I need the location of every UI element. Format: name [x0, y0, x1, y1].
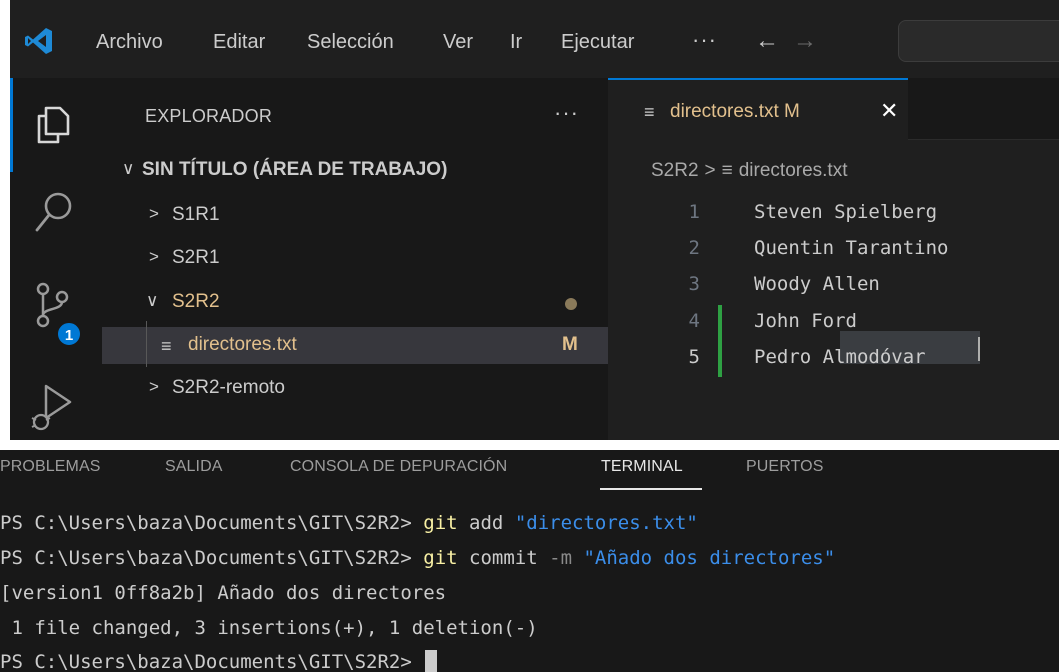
line-number: 3 [688, 273, 700, 295]
line-text: Steven Spielberg [754, 201, 938, 223]
tab-directores[interactable]: ≡ directores.txt M ✕ [608, 78, 908, 140]
code-line-1[interactable]: 1 Steven Spielberg [608, 195, 1059, 232]
chevron-right-icon: > [149, 247, 159, 266]
explorer-title: EXPLORADOR [145, 106, 273, 126]
search-icon[interactable] [32, 188, 76, 236]
file-label: directores.txt [188, 334, 297, 355]
editor-area: ≡ directores.txt M ✕ S2R2 > ≡ directores.tx… [608, 78, 1059, 440]
line-number: 1 [688, 201, 700, 223]
breadcrumb: S2R2 > ≡ directores.txt [651, 160, 854, 182]
indent-guide [146, 321, 147, 367]
line-text: Quentin Tarantino [754, 237, 949, 259]
tree-folder-s2r2-remoto[interactable]: > S2R2-remoto [102, 370, 608, 407]
code-line-5[interactable]: 5 Pedro Almodóvar [608, 340, 1059, 377]
tree-folder-s2r1[interactable]: > S2R1 [102, 240, 608, 277]
code-line-4[interactable]: 4 John Ford [608, 304, 1059, 341]
bottom-panel: PROBLEMAS SALIDA CONSOLA DE DEPURACIÓN T… [0, 450, 1059, 672]
activity-bar: 1 [10, 78, 102, 440]
text-file-icon: ≡ [644, 102, 655, 122]
explorer-more-button[interactable]: ··· [554, 100, 579, 126]
menu-archivo[interactable]: Archivo [96, 31, 163, 54]
vscode-window: Archivo Editar Selección Ver Ir Ejecutar… [10, 0, 1059, 440]
active-view-indicator [10, 78, 13, 172]
chevron-down-icon: ∨ [146, 291, 159, 310]
tree-file-directores[interactable]: ≡ directores.txt M [102, 327, 608, 364]
tab-terminal[interactable]: TERMINAL [601, 458, 683, 476]
code-line-3[interactable]: 3 Woody Allen [608, 267, 1059, 304]
menu-ir[interactable]: Ir [510, 31, 522, 54]
close-icon[interactable]: ✕ [880, 98, 898, 124]
explorer-files-icon[interactable] [34, 104, 74, 146]
workspace-label: SIN TÍTULO (ÁREA DE TRABAJO) [142, 159, 448, 180]
terminal-line-2: PS C:\Users\baza\Documents\GIT\S2R2> git… [0, 547, 836, 569]
code-line-2[interactable]: 2 Quentin Tarantino [608, 231, 1059, 268]
folder-label: S2R1 [172, 247, 220, 268]
terminal-line-4: 1 file changed, 3 insertions(+), 1 delet… [0, 617, 538, 639]
vscode-logo-icon [25, 28, 52, 54]
terminal-line-5[interactable]: PS C:\Users\baza\Documents\GIT\S2R2> [0, 650, 438, 672]
text-cursor [978, 337, 980, 361]
forward-arrow-icon[interactable]: → [793, 27, 817, 55]
menu-more-button[interactable]: ··· [692, 27, 717, 53]
tab-puertos[interactable]: PUERTOS [746, 458, 823, 476]
text-file-icon: ≡ [161, 336, 172, 356]
line-text: John Ford [754, 310, 857, 332]
folder-label: S2R2 [172, 291, 220, 312]
tab-salida[interactable]: SALIDA [165, 458, 223, 476]
line-number: 2 [688, 237, 700, 259]
breadcrumb-file[interactable]: directores.txt [739, 160, 848, 181]
tree-folder-s2r2[interactable]: ∨ S2R2 [102, 284, 608, 321]
chevron-right-icon: > [149, 204, 159, 223]
title-bar: Archivo Editar Selección Ver Ir Ejecutar… [10, 0, 1059, 78]
source-control-badge: 1 [56, 321, 82, 347]
back-arrow-icon[interactable]: ← [755, 27, 779, 55]
workspace-root[interactable]: ∨ SIN TÍTULO (ÁREA DE TRABAJO) [102, 152, 608, 189]
modified-status-badge: M [562, 334, 578, 355]
tree-folder-s1r1[interactable]: > S1R1 [102, 197, 608, 234]
menu-seleccion[interactable]: Selección [307, 31, 394, 54]
tab-problemas[interactable]: PROBLEMAS [0, 458, 101, 476]
chevron-right-icon: > [149, 377, 159, 396]
tab-label: directores.txt M [670, 101, 800, 122]
line-text: Woody Allen [754, 273, 880, 295]
breadcrumb-separator: > [704, 160, 716, 181]
line-number: 4 [688, 310, 700, 332]
text-file-icon: ≡ [721, 160, 733, 181]
terminal-line-1: PS C:\Users\baza\Documents\GIT\S2R2> git… [0, 512, 698, 534]
modified-dot-icon [565, 298, 577, 310]
breadcrumb-folder[interactable]: S2R2 [651, 160, 699, 181]
chevron-down-icon: ∨ [122, 159, 135, 178]
folder-label: S2R2-remoto [172, 377, 285, 398]
editor-tab-bar: ≡ directores.txt M ✕ [608, 78, 1059, 140]
menu-editar[interactable]: Editar [213, 31, 265, 54]
terminal-line-3: [version1 0ff8a2b] Añado dos directores [0, 582, 447, 604]
menu-ejecutar[interactable]: Ejecutar [561, 31, 634, 54]
explorer-sidebar: EXPLORADOR ··· ∨ SIN TÍTULO (ÁREA DE TRA… [102, 78, 608, 440]
menu-ver[interactable]: Ver [443, 31, 473, 54]
line-text: Pedro Almodóvar [754, 346, 926, 368]
command-center-search[interactable] [898, 20, 1059, 62]
terminal-cursor [425, 650, 438, 672]
tab-consola-depuracion[interactable]: CONSOLA DE DEPURACIÓN [290, 458, 507, 476]
folder-label: S1R1 [172, 204, 220, 225]
line-number: 5 [688, 346, 700, 368]
run-debug-icon[interactable] [30, 378, 78, 440]
active-tab-underline [600, 488, 702, 490]
